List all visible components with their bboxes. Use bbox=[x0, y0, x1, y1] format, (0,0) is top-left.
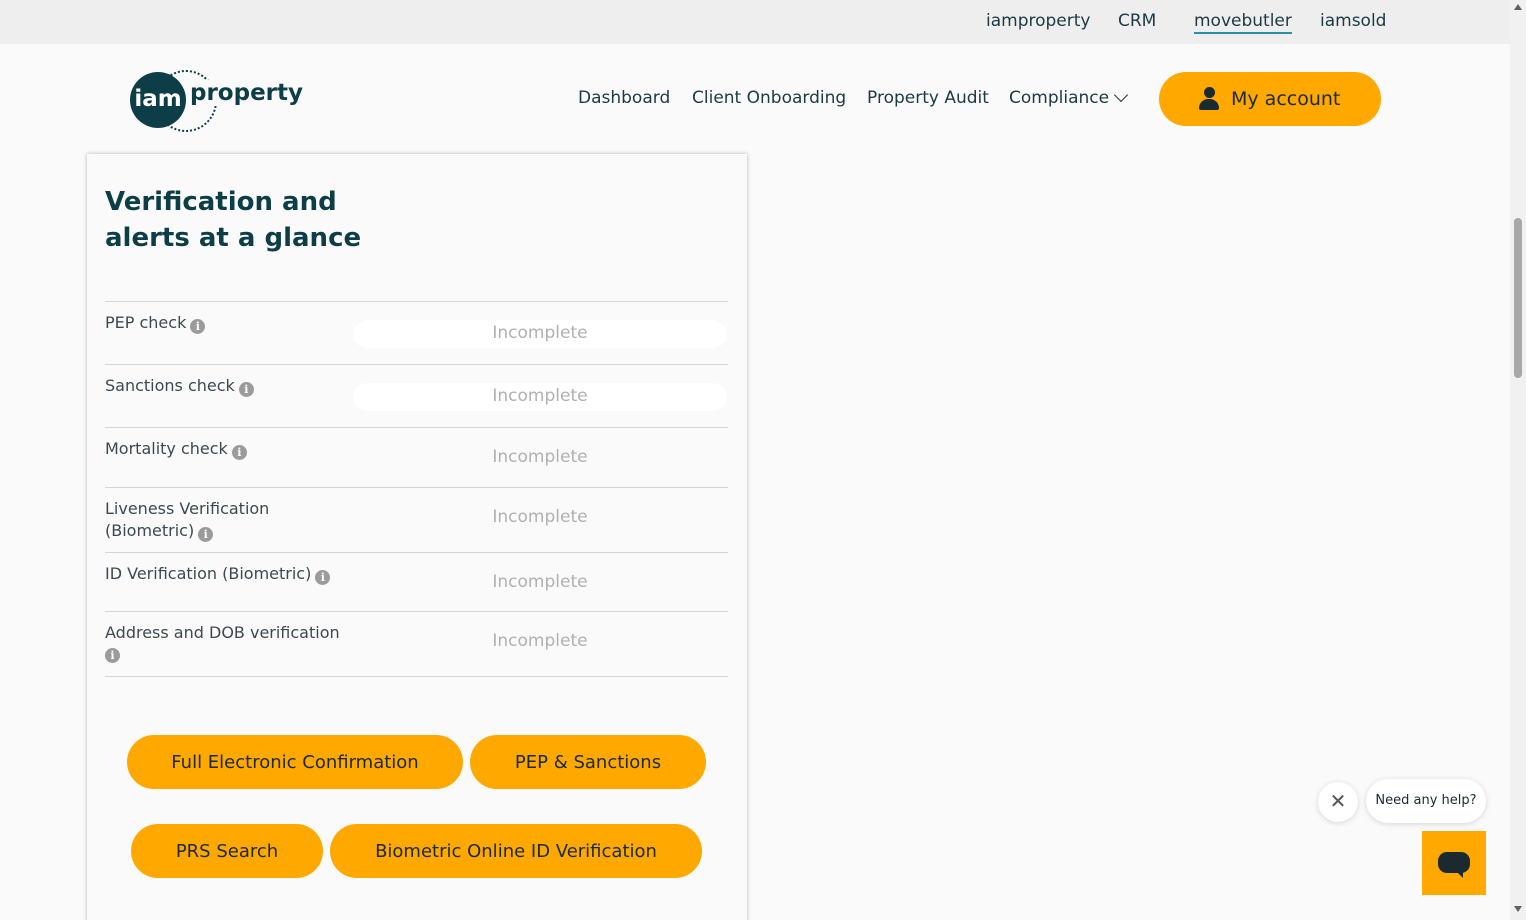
verification-card: Verification and alerts at a glance PEP … bbox=[87, 154, 747, 920]
nav-compliance[interactable]: Compliance bbox=[1009, 88, 1109, 108]
status-text: Incomplete bbox=[492, 323, 588, 343]
chat-bubble-icon bbox=[1438, 852, 1470, 878]
user-icon bbox=[1199, 87, 1219, 111]
check-row-pep: PEP check i Incomplete bbox=[105, 301, 728, 364]
top-utility-bar: iamproperty CRM movebutler iamsold bbox=[0, 0, 1510, 44]
logo-mark[interactable]: iam bbox=[130, 72, 186, 128]
check-row-address-dob: Address and DOB verification i Incomplete bbox=[105, 611, 728, 677]
check-row-liveness: Liveness Verification (Biometric) i Incom… bbox=[105, 487, 728, 552]
scroll-down-arrow-icon[interactable] bbox=[1514, 906, 1522, 912]
topbar-link-crm[interactable]: CRM bbox=[1118, 11, 1156, 31]
check-label: Sanctions check i bbox=[105, 375, 355, 397]
my-account-button[interactable]: My account bbox=[1159, 72, 1381, 126]
check-row-mortality: Mortality check i Incomplete bbox=[105, 427, 728, 487]
status-text: Incomplete bbox=[492, 447, 588, 467]
prs-search-button[interactable]: PRS Search bbox=[131, 824, 323, 878]
main-header: iam property Dashboard Client Onboarding… bbox=[0, 44, 1510, 154]
topbar-link-iamproperty[interactable]: iamproperty bbox=[986, 11, 1090, 31]
info-icon[interactable]: i bbox=[198, 527, 214, 542]
topbar-link-iamsold[interactable]: iamsold bbox=[1320, 11, 1386, 31]
check-label: PEP check i bbox=[105, 312, 355, 334]
info-icon[interactable]: i bbox=[231, 445, 247, 460]
status-text: Incomplete bbox=[492, 507, 588, 527]
pep-sanctions-button[interactable]: PEP & Sanctions bbox=[470, 735, 706, 789]
status-text: Incomplete bbox=[492, 631, 588, 651]
nav-property-audit[interactable]: Property Audit bbox=[867, 88, 989, 108]
biometric-online-id-verification-button[interactable]: Biometric Online ID Verification bbox=[330, 824, 702, 878]
check-label: ID Verification (Biometric) i bbox=[105, 563, 355, 585]
chat-close-icon[interactable]: ✕ bbox=[1318, 782, 1358, 822]
info-icon[interactable]: i bbox=[105, 648, 120, 663]
status-text: Incomplete bbox=[492, 572, 588, 592]
scroll-thumb[interactable] bbox=[1514, 218, 1522, 378]
info-icon[interactable]: i bbox=[315, 570, 331, 585]
nav-client-onboarding[interactable]: Client Onboarding bbox=[692, 88, 846, 108]
chevron-down-icon[interactable] bbox=[1113, 87, 1129, 103]
check-label: Address and DOB verification i bbox=[105, 623, 340, 663]
card-title: Verification and alerts at a glance bbox=[105, 187, 362, 253]
scroll-up-arrow-icon[interactable] bbox=[1514, 4, 1522, 10]
my-account-label: My account bbox=[1231, 88, 1341, 110]
nav-dashboard[interactable]: Dashboard bbox=[578, 88, 670, 108]
info-icon[interactable]: i bbox=[190, 319, 206, 334]
chat-prompt-bubble[interactable]: Need any help? bbox=[1366, 779, 1486, 823]
check-label: Liveness Verification (Biometric) i bbox=[105, 499, 270, 542]
chat-launcher-button[interactable] bbox=[1422, 831, 1486, 895]
check-label: Mortality check i bbox=[105, 438, 355, 460]
logo-text[interactable]: property bbox=[188, 80, 306, 106]
page-scrollbar[interactable] bbox=[1510, 0, 1526, 920]
full-electronic-confirmation-button[interactable]: Full Electronic Confirmation bbox=[127, 735, 463, 789]
check-row-sanctions: Sanctions check i Incomplete bbox=[105, 364, 728, 427]
status-text: Incomplete bbox=[492, 386, 588, 406]
check-row-id-verification: ID Verification (Biometric) i Incomplete bbox=[105, 552, 728, 611]
topbar-link-movebutler[interactable]: movebutler bbox=[1194, 11, 1292, 34]
info-icon[interactable]: i bbox=[238, 382, 254, 397]
